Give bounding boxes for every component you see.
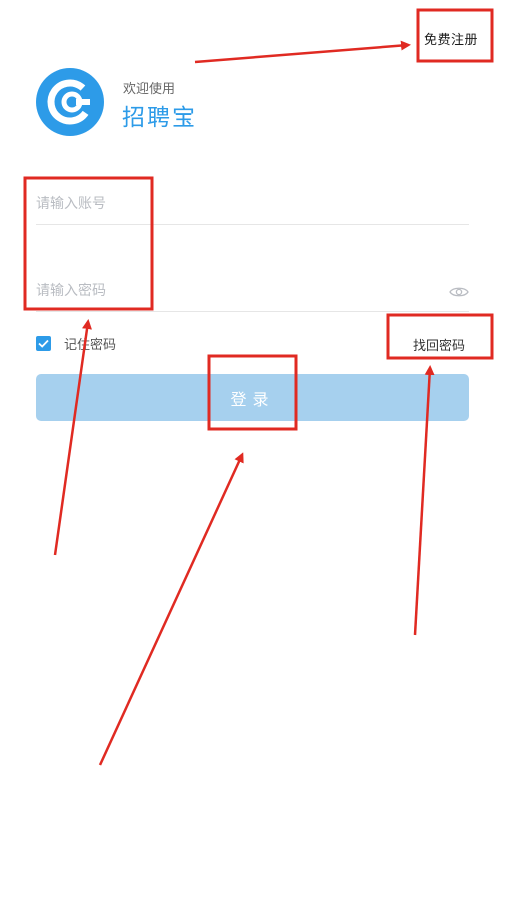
account-input[interactable] xyxy=(36,184,436,224)
annotation-arrow-inputs xyxy=(53,319,92,556)
checkbox-checked-icon[interactable] xyxy=(36,335,51,351)
login-screen: 免费注册 欢迎使用 招聘宝 记住密码 找回密码 登录 xyxy=(0,0,511,899)
eye-icon[interactable] xyxy=(449,285,469,299)
login-button[interactable]: 登录 xyxy=(36,374,469,421)
password-input[interactable] xyxy=(36,271,436,311)
remember-password-toggle[interactable]: 记住密码 xyxy=(36,334,117,353)
welcome-text: 欢迎使用 xyxy=(123,82,176,97)
app-logo-icon xyxy=(36,68,104,136)
forgot-password-link[interactable]: 找回密码 xyxy=(413,335,465,354)
remember-password-label: 记住密码 xyxy=(64,337,117,353)
annotation-arrow-login xyxy=(98,452,244,766)
register-link[interactable]: 免费注册 xyxy=(424,29,478,48)
app-name: 招聘宝 xyxy=(122,105,197,131)
annotation-arrow-register xyxy=(194,40,411,64)
account-field xyxy=(36,184,469,225)
password-field xyxy=(36,271,469,312)
